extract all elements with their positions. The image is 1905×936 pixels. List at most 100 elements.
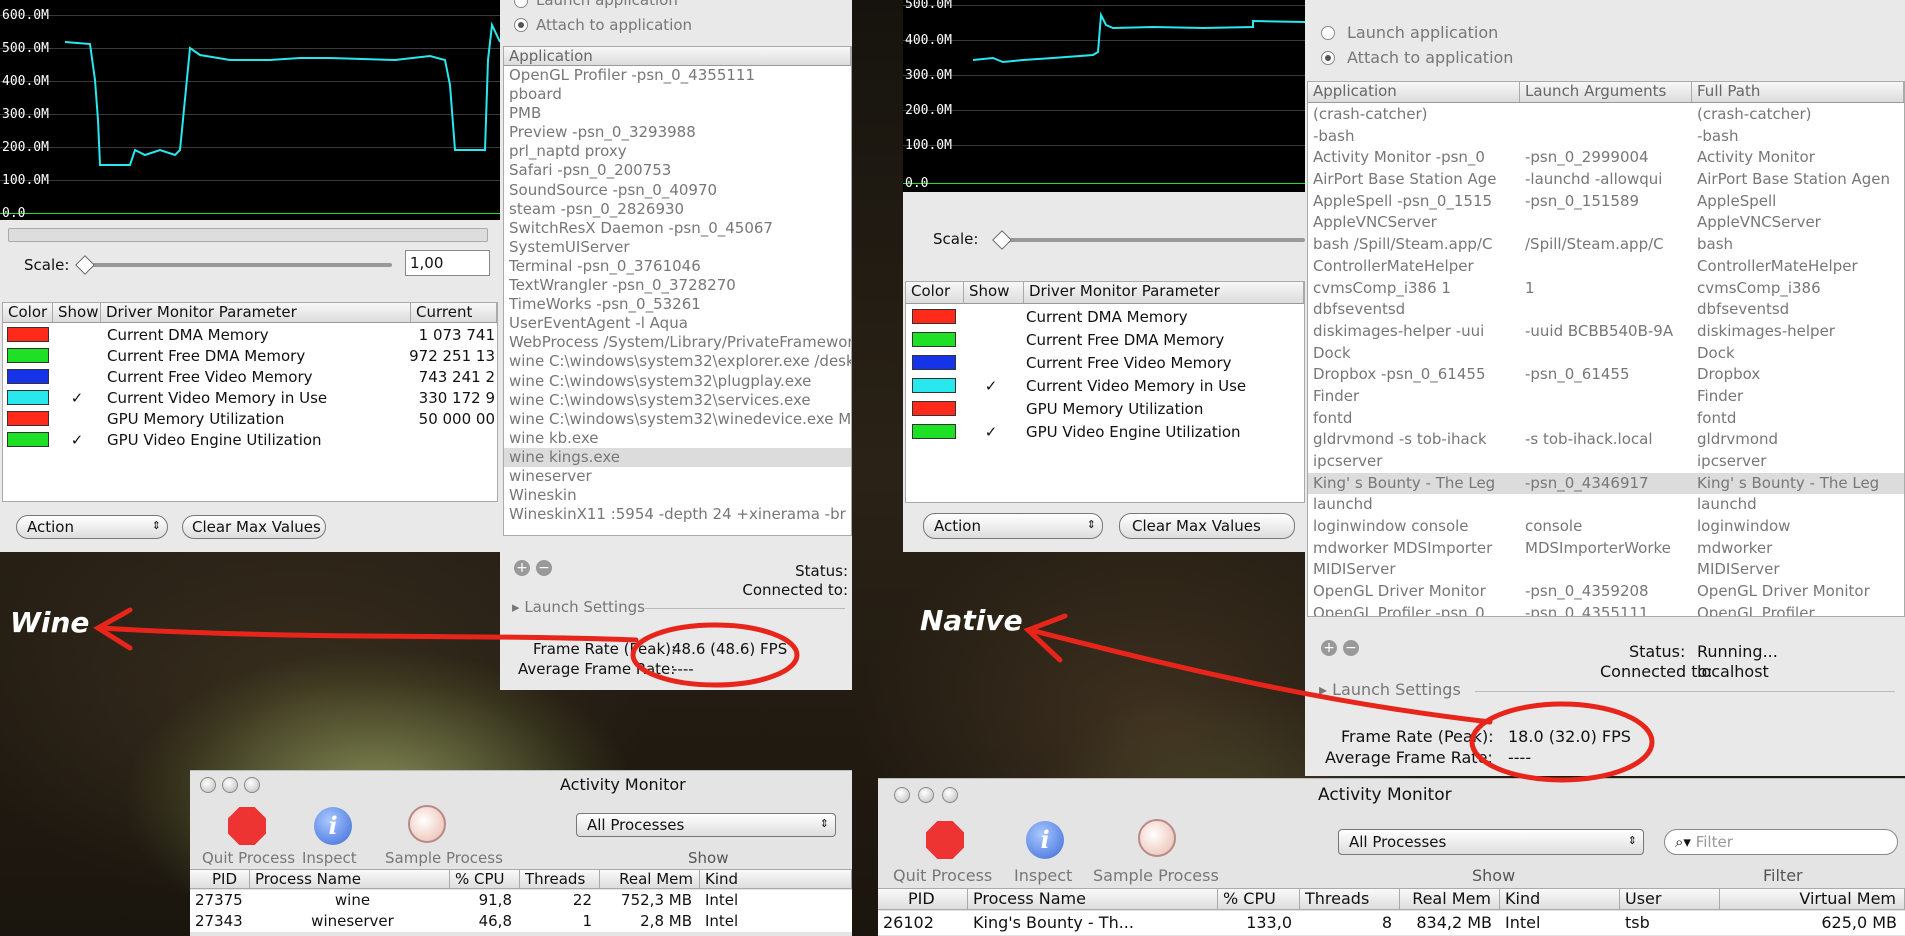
parameter-row[interactable]: ✓ GPU Video Engine Utilization	[906, 420, 1304, 443]
col-threads[interactable]: Threads	[1300, 889, 1400, 909]
col-real-mem[interactable]: Real Mem	[1400, 889, 1500, 909]
parameter-row[interactable]: ✓ GPU Video Engine Utilization	[3, 429, 497, 450]
quit-process-label[interactable]: Quit Process	[893, 866, 992, 885]
col-user[interactable]: User	[1620, 889, 1720, 909]
application-row[interactable]: OpenGL Driver Monitor -psn_0_4359208 OpenG…	[1308, 581, 1904, 603]
color-swatch[interactable]	[7, 327, 49, 342]
sample-process-label[interactable]: Sample Process	[1093, 866, 1219, 885]
application-row[interactable]: prl_naptd proxy	[504, 142, 851, 161]
application-row[interactable]: Wineskin	[504, 486, 851, 505]
color-swatch[interactable]	[7, 390, 49, 405]
application-row[interactable]: wine kings.exe	[504, 447, 851, 467]
launch-radio[interactable]	[514, 0, 528, 8]
col-application[interactable]: Application	[504, 47, 851, 65]
col-full-path[interactable]: Full Path	[1692, 82, 1904, 102]
application-row[interactable]: pboard	[504, 85, 851, 104]
application-row[interactable]: fontd fontd	[1308, 408, 1904, 430]
sample-process-icon[interactable]	[1138, 819, 1176, 857]
color-swatch[interactable]	[7, 411, 49, 426]
show-checkbox[interactable]: ✓	[53, 431, 101, 449]
scale-slider[interactable]	[82, 263, 392, 267]
show-checkbox[interactable]: ✓	[53, 389, 101, 407]
attach-radio[interactable]	[1321, 51, 1335, 65]
application-row[interactable]: AppleVNCServer AppleVNCServer	[1308, 212, 1904, 234]
application-row[interactable]: Preview -psn_0_3293988	[504, 123, 851, 142]
process-row[interactable]: 27375 wine 91,8 22 752,3 MB Intel	[190, 890, 852, 911]
application-row[interactable]: WebProcess /System/Library/PrivateFramew…	[504, 333, 851, 352]
inspect-icon[interactable]: i	[314, 807, 352, 845]
application-row[interactable]: OpenGL Profiler -psn_0 -psn_0_4355111 Open…	[1308, 603, 1904, 616]
action-select[interactable]: Action	[16, 515, 168, 539]
parameter-row[interactable]: ✓ Current Video Memory in Use 330 172 9	[3, 387, 497, 408]
col-threads[interactable]: Threads	[520, 870, 600, 888]
application-row[interactable]: Dock Dock	[1308, 343, 1904, 365]
sample-process-label[interactable]: Sample Process	[385, 849, 503, 867]
application-row[interactable]: Dropbox -psn_0_61455 -psn_0_61455 Dropbox	[1308, 364, 1904, 386]
color-swatch[interactable]	[7, 369, 49, 384]
col-application[interactable]: Application	[1308, 82, 1520, 102]
application-row[interactable]: gldrvmond -s tob-ihack -s tob-ihack.local…	[1308, 429, 1904, 451]
parameter-row[interactable]: GPU Memory Utilization	[906, 397, 1304, 420]
quit-process-icon[interactable]	[926, 821, 964, 859]
inspect-icon[interactable]: i	[1026, 821, 1064, 859]
add-icon[interactable]: +	[514, 560, 530, 576]
application-row[interactable]: MIDIServer MIDIServer	[1308, 559, 1904, 581]
application-row[interactable]: TimeWorks -psn_0_53261	[504, 295, 851, 314]
application-row[interactable]: AppleSpell -psn_0_1515 -psn_0_151589 Apple…	[1308, 191, 1904, 213]
col-virtual-mem[interactable]: Virtual Mem	[1720, 889, 1905, 909]
color-swatch[interactable]	[912, 401, 956, 416]
application-row[interactable]: TextWrangler -psn_0_3728270	[504, 276, 851, 295]
col-cpu[interactable]: % CPU	[1218, 889, 1300, 909]
parameter-row[interactable]: Current Free DMA Memory	[906, 328, 1304, 351]
show-checkbox[interactable]: ✓	[962, 377, 1020, 395]
launch-settings-toggle[interactable]: ▸ Launch Settings	[1319, 680, 1461, 699]
application-row[interactable]: launchd launchd	[1308, 494, 1904, 516]
application-row[interactable]: wine kb.exe	[504, 429, 851, 448]
col-pid[interactable]: PID	[190, 870, 250, 888]
col-cpu[interactable]: % CPU	[450, 870, 520, 888]
parameter-row[interactable]: Current Free Video Memory	[906, 351, 1304, 374]
application-row[interactable]: ipcserver ipcserver	[1308, 451, 1904, 473]
application-row[interactable]: Finder Finder	[1308, 386, 1904, 408]
color-swatch[interactable]	[7, 432, 49, 447]
add-icon[interactable]: +	[1321, 640, 1337, 656]
show-checkbox[interactable]: ✓	[962, 423, 1020, 441]
action-select[interactable]: Action	[923, 513, 1103, 539]
application-row[interactable]: -bash -bash	[1308, 126, 1904, 148]
parameter-row[interactable]: Current Free DMA Memory 972 251 13	[3, 345, 497, 366]
parameter-row[interactable]: Current DMA Memory 1 073 741	[3, 324, 497, 345]
scale-slider[interactable]	[999, 238, 1305, 242]
application-row[interactable]: diskimages-helper -uui -uuid BCBB540B-9A d…	[1308, 321, 1904, 343]
col-launch-arguments[interactable]: Launch Arguments	[1520, 82, 1692, 102]
col-show[interactable]: Show	[53, 303, 101, 322]
clear-max-values-button[interactable]: Clear Max Values	[182, 515, 326, 539]
application-row[interactable]: OpenGL Profiler -psn_0_4355111	[504, 66, 851, 85]
process-filter-select[interactable]: All Processes	[1338, 829, 1644, 855]
col-process-name[interactable]: Process Name	[968, 889, 1218, 909]
application-row[interactable]: WineskinX11 :5954 -depth 24 +xinerama -b…	[504, 505, 851, 524]
col-color[interactable]: Color	[906, 282, 964, 303]
parameter-row[interactable]: Current Free Video Memory 743 241 2	[3, 366, 497, 387]
close-button[interactable]	[200, 777, 216, 793]
color-swatch[interactable]	[7, 348, 49, 363]
close-button[interactable]	[894, 787, 910, 803]
application-row[interactable]: ControllerMateHelper ControllerMateHelper	[1308, 256, 1904, 278]
application-row[interactable]: wine C:\windows\system32\plugplay.exe	[504, 372, 851, 391]
process-row[interactable]: 26102 King's Bounty - Th... 133,0 8 834,2 MB…	[878, 911, 1905, 935]
application-row[interactable]: King' s Bounty - The Leg -psn_0_4346917 Ki…	[1308, 472, 1904, 495]
scale-input[interactable]: 1,00	[405, 250, 490, 276]
parameter-row[interactable]: ✓ Current Video Memory in Use	[906, 374, 1304, 397]
application-row[interactable]: bash /Spill/Steam.app/C/Spill/Steam.app/…	[1308, 234, 1904, 256]
scale-slider-knob[interactable]	[75, 255, 95, 275]
col-current[interactable]: Current	[411, 303, 497, 322]
color-swatch[interactable]	[912, 332, 956, 347]
application-row[interactable]: dbfseventsd dbfseventsd	[1308, 299, 1904, 321]
minimize-button[interactable]	[918, 787, 934, 803]
col-parameter[interactable]: Driver Monitor Parameter	[101, 303, 411, 322]
application-row[interactable]: loginwindow console console loginwindow	[1308, 516, 1904, 538]
application-row[interactable]: SoundSource -psn_0_40970	[504, 181, 851, 200]
application-row[interactable]: wine C:\windows\system32\explorer.exe /d…	[504, 352, 851, 371]
application-row[interactable]: wine C:\windows\system32\winedevice.exe …	[504, 410, 851, 429]
quit-process-icon[interactable]	[228, 807, 266, 845]
attach-radio[interactable]	[514, 18, 528, 32]
